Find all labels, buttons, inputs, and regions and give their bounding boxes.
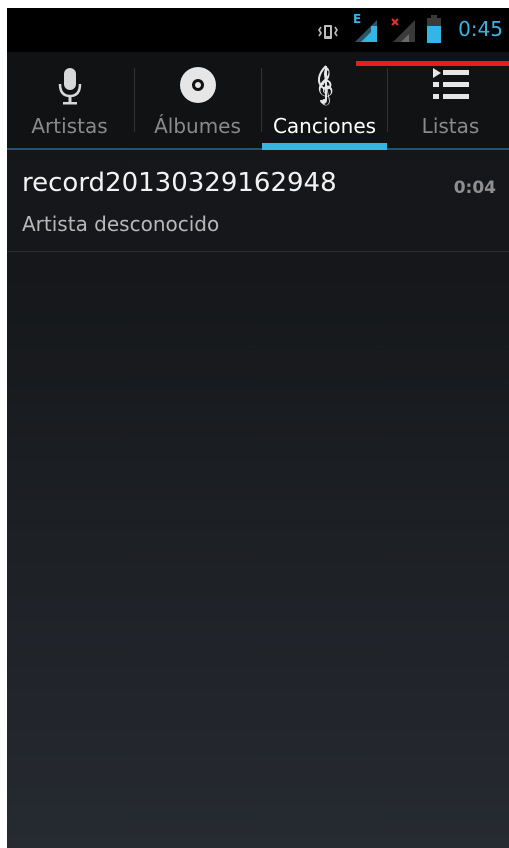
status-clock: 0:45 <box>458 17 503 41</box>
signal-no-sim-icon <box>389 16 417 48</box>
tab-bar: Artistas Álbumes 𝄞 Canciones Listas <box>7 52 509 150</box>
song-duration: 0:04 <box>453 178 496 198</box>
status-bar: E 0:45 <box>7 8 509 52</box>
vibrate-icon <box>316 22 340 46</box>
active-tab-indicator <box>262 143 387 150</box>
annotation-marker <box>356 61 509 66</box>
song-list: record20130329162948 Artista desconocido… <box>7 150 509 252</box>
tab-label: Canciones <box>272 114 377 138</box>
music-app-screen: E 0:45 Artistas Álbumes 𝄞 Canciones List… <box>7 8 509 848</box>
tab-artistas[interactable]: Artistas <box>7 52 132 150</box>
tab-label: Listas <box>421 114 480 138</box>
network-type-label: E <box>353 12 362 26</box>
tab-label: Artistas <box>31 114 108 138</box>
microphone-icon <box>55 66 85 110</box>
song-row[interactable]: record20130329162948 Artista desconocido… <box>7 150 509 252</box>
tab-label: Álbumes <box>154 114 241 138</box>
tab-canciones[interactable]: 𝄞 Canciones <box>262 52 387 150</box>
treble-clef-icon: 𝄞 <box>313 62 337 110</box>
tab-albumes[interactable]: Álbumes <box>135 52 260 150</box>
battery-icon <box>425 14 443 48</box>
tab-listas[interactable]: Listas <box>388 52 509 150</box>
playlist-icon <box>431 66 471 108</box>
song-title: record20130329162948 <box>22 168 337 198</box>
disc-icon <box>179 66 217 108</box>
song-artist: Artista desconocido <box>22 212 220 236</box>
